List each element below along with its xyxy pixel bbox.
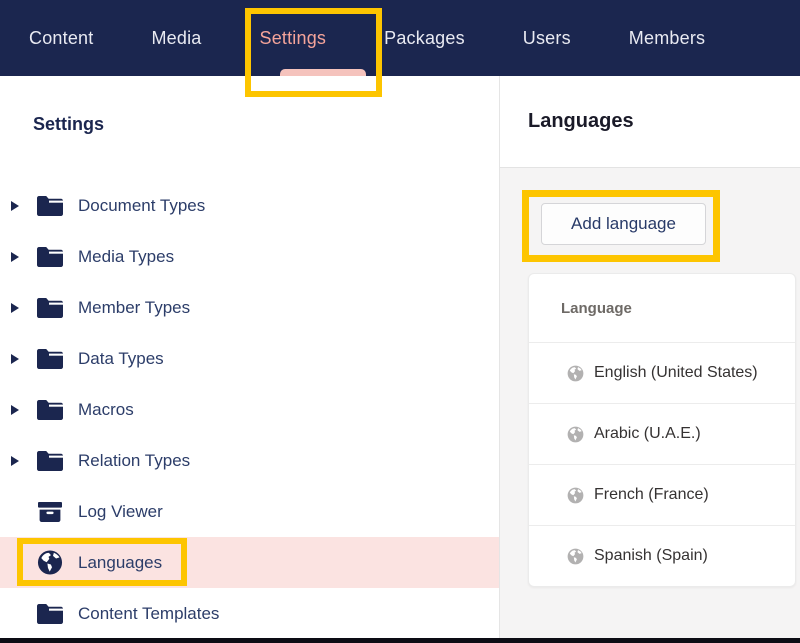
add-language-button[interactable]: Add language — [541, 203, 706, 245]
folder-icon — [37, 298, 63, 318]
settings-tree: Document Types Media Types Member Types — [0, 180, 499, 639]
active-tab-indicator — [280, 69, 366, 76]
table-row-english[interactable]: English (United States) — [529, 342, 795, 403]
language-name: English (United States) — [594, 364, 758, 382]
nav-tab-packages[interactable]: Packages — [384, 28, 465, 49]
table-row-arabic[interactable]: Arabic (U.A.E.) — [529, 403, 795, 464]
panel-header: Languages — [500, 76, 800, 168]
sidebar-item-label: Languages — [78, 553, 162, 573]
top-navbar: Content Media Settings Packages Users Me… — [0, 0, 800, 76]
sidebar-item-data-types[interactable]: Data Types — [0, 333, 499, 384]
table-row-french[interactable]: French (France) — [529, 464, 795, 525]
sidebar-item-media-types[interactable]: Media Types — [0, 231, 499, 282]
sidebar-item-label: Macros — [78, 400, 134, 420]
folder-icon — [37, 196, 63, 216]
sidebar-item-label: Log Viewer — [78, 502, 163, 522]
sidebar-item-log-viewer[interactable]: Log Viewer — [0, 486, 499, 537]
globe-icon — [567, 426, 584, 443]
sidebar-item-content-templates[interactable]: Content Templates — [0, 588, 499, 639]
folder-icon — [37, 349, 63, 369]
folder-icon — [37, 451, 63, 471]
nav-tab-settings[interactable]: Settings — [259, 28, 326, 49]
nav-tab-content[interactable]: Content — [29, 28, 93, 49]
screenshot-bottom-border — [0, 638, 800, 643]
sidebar-item-member-types[interactable]: Member Types — [0, 282, 499, 333]
sidebar-item-label: Relation Types — [78, 451, 190, 471]
table-column-header: Language — [529, 274, 795, 342]
settings-sidebar: Settings Document Types Media Types — [0, 76, 500, 638]
expand-caret-icon[interactable] — [11, 354, 20, 364]
sidebar-item-relation-types[interactable]: Relation Types — [0, 435, 499, 486]
sidebar-heading: Settings — [33, 114, 499, 135]
globe-icon — [567, 365, 584, 382]
languages-table: Language English (United States) Arabic … — [528, 273, 796, 587]
sidebar-item-label: Data Types — [78, 349, 164, 369]
expand-caret-icon[interactable] — [11, 201, 20, 211]
expand-caret-icon[interactable] — [11, 252, 20, 262]
sidebar-item-label: Media Types — [78, 247, 174, 267]
language-name: Spanish (Spain) — [594, 547, 708, 565]
table-row-spanish[interactable]: Spanish (Spain) — [529, 525, 795, 586]
expand-caret-icon[interactable] — [11, 303, 20, 313]
languages-panel: Languages Add language Language English … — [500, 76, 800, 638]
box-icon — [37, 502, 63, 522]
language-name: French (France) — [594, 486, 709, 504]
nav-tab-media[interactable]: Media — [151, 28, 201, 49]
sidebar-item-label: Document Types — [78, 196, 205, 216]
nav-tab-users[interactable]: Users — [523, 28, 571, 49]
folder-icon — [37, 400, 63, 420]
language-name: Arabic (U.A.E.) — [594, 425, 701, 443]
sidebar-item-label: Content Templates — [78, 604, 219, 624]
sidebar-item-macros[interactable]: Macros — [0, 384, 499, 435]
expand-caret-icon[interactable] — [11, 405, 20, 415]
globe-icon — [567, 548, 584, 565]
nav-tab-members[interactable]: Members — [629, 28, 705, 49]
page-title: Languages — [528, 110, 634, 133]
app-window: Content Media Settings Packages Users Me… — [0, 0, 800, 643]
expand-caret-icon[interactable] — [11, 456, 20, 466]
globe-icon — [567, 487, 584, 504]
sidebar-item-label: Member Types — [78, 298, 190, 318]
sidebar-item-document-types[interactable]: Document Types — [0, 180, 499, 231]
sidebar-item-languages[interactable]: Languages — [0, 537, 499, 588]
folder-icon — [37, 604, 63, 624]
globe-icon — [37, 549, 63, 576]
folder-icon — [37, 247, 63, 267]
